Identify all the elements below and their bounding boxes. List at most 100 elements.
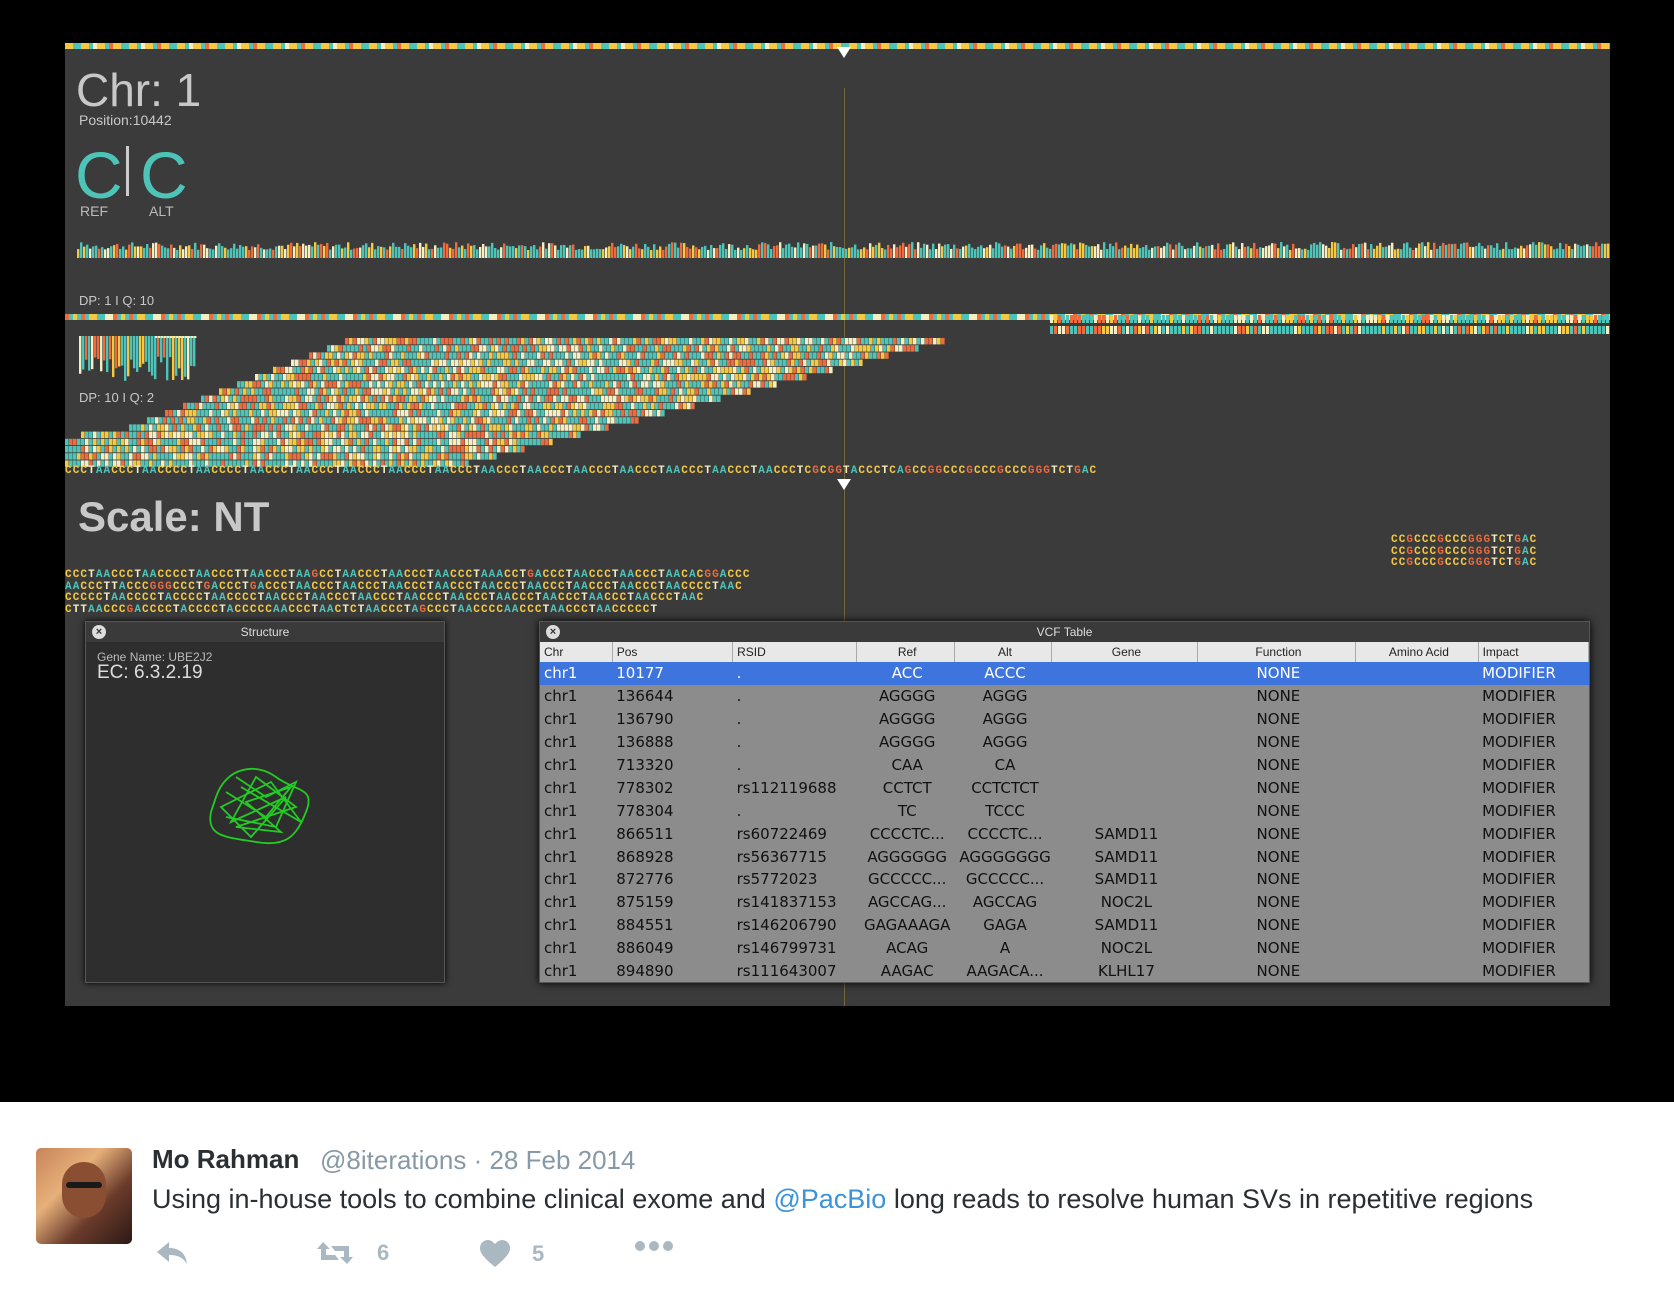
read-segment	[481, 366, 485, 374]
read-segment	[153, 453, 157, 460]
coverage-bar	[518, 245, 521, 258]
read-segment	[421, 410, 425, 417]
read-segment	[369, 424, 373, 431]
read-segment	[395, 374, 399, 381]
vcf-panel-header[interactable]: × VCF Table	[540, 622, 1589, 642]
structure-close-icon[interactable]: ×	[92, 625, 106, 639]
table-row[interactable]: chr1 894890 rs111643007 AAGAC AAGACA... KLHL1…	[540, 960, 1589, 982]
table-row[interactable]: chr1 778302 rs112119688 CCTCT CCTCTCT NONE MOD…	[540, 776, 1589, 799]
read-segment	[497, 424, 501, 431]
more-button[interactable]	[634, 1240, 674, 1252]
table-row[interactable]: chr1 778304. TC TCCC NONE MODIFIER	[540, 799, 1589, 822]
read-segment	[345, 438, 349, 446]
read-segment	[393, 381, 397, 388]
table-row[interactable]: chr1 136644. AGGGG AGGG NONE MODIFIER	[540, 685, 1589, 708]
read-segment	[391, 417, 395, 424]
read-segment	[1514, 315, 1518, 323]
read-segment	[541, 410, 545, 417]
vcf-column-header[interactable]: Alt	[954, 642, 1053, 662]
vcf-column-header[interactable]: Pos	[612, 642, 734, 662]
vcf-column-header[interactable]: Function	[1197, 642, 1357, 662]
read-segment	[121, 431, 125, 438]
read-segment	[261, 438, 265, 446]
read-segment	[233, 438, 237, 446]
read-segment	[829, 366, 833, 374]
coverage-bar	[782, 248, 785, 258]
coverage-bar	[1271, 243, 1274, 258]
read-segment	[557, 352, 561, 359]
table-row[interactable]: chr1 886049 rs146799731 ACAG A NOC2L NONE MODIF…	[540, 937, 1589, 960]
ref-base-letter: A	[527, 465, 535, 477]
read-segment	[535, 402, 539, 410]
coverage-bar	[1436, 248, 1439, 258]
reply-button[interactable]	[155, 1240, 189, 1266]
vcf-column-header[interactable]: Impact	[1478, 642, 1589, 662]
read-segment	[473, 352, 477, 359]
read-segment	[473, 431, 477, 438]
vcf-column-header[interactable]: RSID	[732, 642, 857, 662]
table-row[interactable]: chr1 136790. AGGGG AGGG NONE MODIFIER	[540, 708, 1589, 731]
tweet-handle-date[interactable]: @8iterations · 28 Feb 2014	[320, 1145, 635, 1176]
read-segment	[431, 359, 435, 366]
read-segment	[405, 352, 409, 359]
read-segment	[597, 424, 601, 431]
coverage-bar	[473, 245, 476, 258]
vcf-table[interactable]: Chr Pos RSID Ref Alt Gene Function Amino Acid Im…	[540, 642, 1589, 982]
table-row[interactable]: chr1 136888. AGGGG AGGG NONE MODIFIER	[540, 731, 1589, 754]
read-segment	[493, 381, 497, 388]
structure-panel-header[interactable]: × Structure	[86, 622, 444, 642]
structure-panel[interactable]: × Structure Gene Name: UBE2J2 EC: 6.3.2.…	[85, 621, 445, 983]
vcf-column-header[interactable]: Amino Acid	[1355, 642, 1479, 662]
table-row[interactable]: chr1 866511 rs60722469 CCCCTC... CCCCTC... SA…	[540, 822, 1589, 845]
tweet-author-name[interactable]: Mo Rahman	[152, 1144, 299, 1175]
table-cell: CCCCTC...	[869, 824, 945, 843]
vcf-column-header[interactable]: Ref	[856, 642, 955, 662]
table-row[interactable]: chr1 10177. ACC ACCC NONE MODIFIER	[540, 662, 1589, 685]
read-segment	[557, 366, 561, 374]
read-segment	[159, 417, 163, 424]
coverage-bar	[995, 242, 998, 258]
read-segment	[469, 366, 473, 374]
read-segment	[65, 438, 69, 446]
read-segment	[287, 417, 291, 424]
vcf-column-header[interactable]: Chr	[540, 642, 613, 662]
read-segment	[873, 338, 877, 345]
read-segment	[275, 374, 279, 381]
coverage-bar	[605, 247, 608, 258]
read-segment	[325, 410, 329, 417]
read-segment	[633, 410, 637, 417]
avatar[interactable]	[36, 1148, 132, 1244]
mention-link[interactable]: @PacBio	[773, 1184, 886, 1214]
read-segment	[851, 345, 855, 352]
read-segment	[355, 359, 359, 366]
read-segment	[563, 402, 567, 410]
vcf-close-icon[interactable]: ×	[546, 625, 560, 639]
table-row[interactable]: chr1 884551 rs146206790 GAGAAAGA GAGA SAMD11 N…	[540, 914, 1589, 937]
read-segment	[407, 374, 411, 381]
retweet-button[interactable]: 6	[315, 1240, 389, 1266]
read-segment	[473, 410, 477, 417]
read-segment	[85, 453, 89, 460]
read-segment	[1082, 326, 1086, 334]
read-segment	[483, 374, 487, 381]
read-segment	[411, 417, 415, 424]
read-segment	[255, 417, 259, 424]
table-row[interactable]: chr1 872776 rs5772023 GCCCCC... GCCCCC... SAM…	[540, 868, 1589, 891]
table-row[interactable]: chr1 868928 rs56367715 AGGGGGG AGGGGGGG SAMD1…	[540, 845, 1589, 868]
like-button[interactable]: 5	[480, 1240, 544, 1268]
read-segment	[1438, 315, 1442, 323]
coverage-bar	[356, 248, 359, 258]
vcf-column-header[interactable]: Gene	[1051, 642, 1198, 662]
read-segment	[339, 359, 343, 366]
read-segment	[731, 345, 735, 352]
vcf-table-panel[interactable]: × VCF Table Chr Pos RSID Ref Alt Gene Function…	[539, 621, 1590, 983]
table-row[interactable]: chr1 875159 rs141837153 AGCCAG... AGCCAG NOC2…	[540, 891, 1589, 914]
table-cell: SAMD11	[1094, 824, 1159, 843]
read-segment	[1166, 315, 1170, 323]
read-segment	[681, 352, 685, 359]
coverage-bar	[350, 249, 353, 258]
read-segment	[529, 395, 533, 402]
read-segment	[637, 338, 641, 345]
table-row[interactable]: chr1 713320. CAA CA NONE MODIFIER	[540, 754, 1589, 777]
read-segment	[1094, 315, 1098, 323]
